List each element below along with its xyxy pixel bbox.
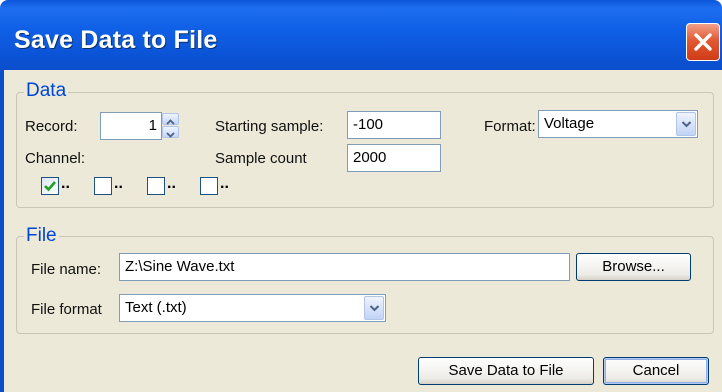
checkmark-icon	[44, 181, 56, 192]
channel-4-label: ..	[220, 175, 229, 192]
record-input[interactable]: 1	[100, 112, 162, 140]
cancel-button-label: Cancel	[632, 362, 680, 379]
chevron-down-icon	[369, 305, 380, 312]
file-group-legend: File	[24, 225, 59, 247]
channel-3-label: ..	[167, 175, 176, 192]
dialog-body: Data Record: 1 Starting sample: -100 For…	[4, 70, 722, 392]
sample-count-label: Sample count	[215, 150, 307, 167]
chevron-down-icon	[681, 121, 692, 128]
title-bar[interactable]: Save Data to File	[0, 0, 722, 70]
file-name-label: File name:	[31, 261, 102, 278]
channel-1-label: ..	[61, 175, 70, 192]
starting-sample-input[interactable]: -100	[347, 111, 441, 139]
starting-sample-value: -100	[353, 116, 384, 133]
browse-button[interactable]: Browse...	[576, 253, 691, 281]
format-label: Format:	[484, 118, 536, 135]
file-format-label: File format	[31, 301, 102, 318]
channel-2-label: ..	[114, 175, 123, 192]
cancel-button[interactable]: Cancel	[603, 357, 709, 385]
channel-4-checkbox[interactable]	[200, 177, 218, 195]
file-format-select[interactable]: Text (.txt)	[119, 294, 386, 322]
channel-label: Channel:	[25, 150, 86, 167]
starting-sample-label: Starting sample:	[215, 118, 324, 135]
dialog-window: Save Data to File Data Record: 1 Startin…	[0, 0, 722, 392]
channel-1-checkbox[interactable]	[41, 177, 59, 195]
record-spin-up-button[interactable]	[162, 113, 179, 125]
sample-count-value: 2000	[353, 149, 387, 166]
save-button-label: Save Data to File	[448, 362, 564, 379]
record-value: 1	[148, 117, 157, 134]
record-spinner	[162, 112, 180, 139]
record-spin-down-button[interactable]	[162, 126, 179, 138]
format-value: Voltage	[544, 115, 595, 132]
file-format-value: Text (.txt)	[125, 299, 187, 316]
save-data-to-file-button[interactable]: Save Data to File	[418, 357, 594, 385]
window-title: Save Data to File	[14, 26, 218, 54]
channel-2-checkbox[interactable]	[94, 177, 112, 195]
close-icon	[694, 33, 712, 51]
file-name-value: Z:\Sine Wave.txt	[125, 258, 235, 275]
record-label: Record:	[25, 118, 78, 135]
format-select[interactable]: Voltage	[538, 110, 698, 138]
sample-count-input[interactable]: 2000	[347, 144, 441, 172]
file-name-input[interactable]: Z:\Sine Wave.txt	[119, 253, 570, 281]
chevron-down-icon	[166, 132, 175, 138]
channel-3-checkbox[interactable]	[147, 177, 165, 195]
close-button[interactable]	[686, 23, 720, 61]
file-format-dropdown-button[interactable]	[364, 296, 384, 320]
format-dropdown-button[interactable]	[676, 112, 696, 136]
browse-button-label: Browse...	[602, 258, 665, 275]
data-group-legend: Data	[24, 80, 69, 102]
